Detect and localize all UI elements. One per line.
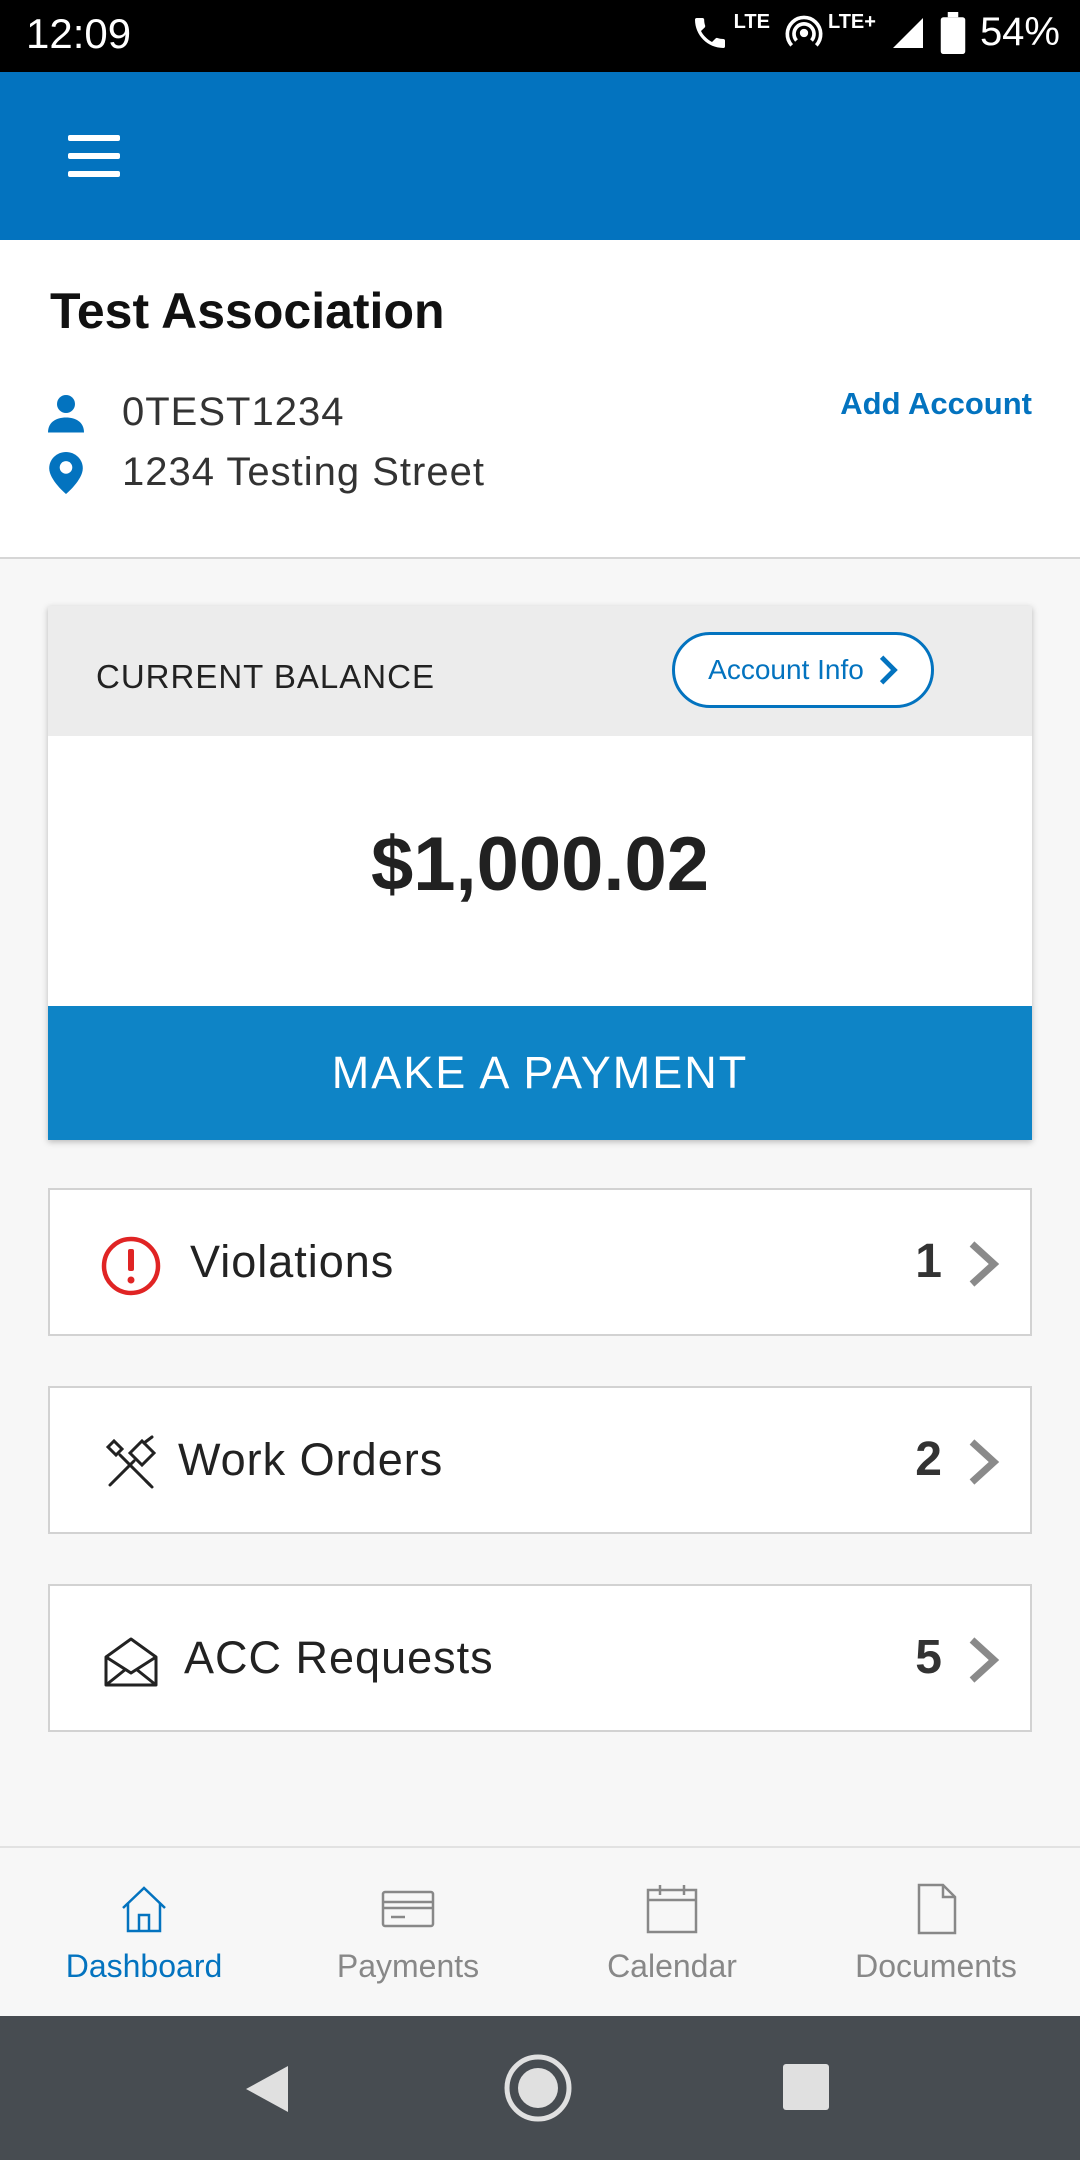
- status-icons: LTE LTE+ 54%: [690, 10, 1060, 55]
- balance-amount: $1,000.02: [370, 822, 710, 907]
- list-item-violations[interactable]: Violations 1: [48, 1188, 1032, 1336]
- person-icon: [48, 394, 84, 432]
- account-number: 0TEST1234: [122, 390, 345, 434]
- nav-label: Dashboard: [65, 1948, 223, 1984]
- nav-payments[interactable]: Payments: [298, 1882, 518, 1985]
- account-header: Test Association 0TEST1234 1234 Testing …: [0, 240, 1080, 559]
- home-icon: [122, 1886, 166, 1933]
- credit-card-icon: [381, 1890, 435, 1928]
- chevron-right-icon: [969, 1439, 1000, 1485]
- nav-label: Calendar: [607, 1948, 737, 1984]
- list-item-label: ACC Requests: [184, 1632, 494, 1683]
- envelope-icon: [104, 1637, 158, 1687]
- home-button-icon[interactable]: [504, 2054, 572, 2122]
- phone-icon: [694, 17, 725, 48]
- add-account-link[interactable]: Add Account: [840, 386, 1032, 422]
- menu-button[interactable]: [64, 133, 126, 179]
- address-row: 1234 Testing Street: [48, 450, 485, 495]
- chevron-right-icon: [879, 655, 898, 685]
- calendar-icon: [646, 1885, 698, 1934]
- account-info-button[interactable]: Account Info: [672, 632, 934, 708]
- tools-icon: [105, 1435, 157, 1489]
- nav-label: Documents: [855, 1948, 1017, 1984]
- status-bar: 12:09 LTE LTE+ 54%: [0, 0, 1080, 72]
- location-pin-icon: [49, 451, 83, 494]
- nav-documents[interactable]: Documents: [826, 1882, 1046, 1985]
- current-balance-label: CURRENT BALANCE: [96, 658, 435, 695]
- alert-circle-icon: [101, 1236, 161, 1296]
- list-item-count: 5: [915, 1631, 942, 1684]
- call-lte-tag: LTE: [733, 11, 770, 33]
- nav-label: Payments: [336, 1948, 480, 1984]
- signal-icon: [892, 17, 923, 48]
- address: 1234 Testing Street: [122, 450, 485, 494]
- network-tag: LTE+: [827, 11, 876, 33]
- account-number-row: 0TEST1234: [48, 390, 344, 435]
- list-item-acc-requests[interactable]: ACC Requests 5: [48, 1584, 1032, 1732]
- list-item-count: 2: [915, 1433, 942, 1486]
- chevron-right-icon: [969, 1637, 1000, 1683]
- hotspot-icon: [785, 15, 823, 47]
- bottom-navigation: Dashboard Payments Calendar Documents: [0, 1846, 1080, 2018]
- list-item-count: 1: [915, 1235, 942, 1288]
- nav-dashboard[interactable]: Dashboard: [34, 1882, 254, 1985]
- document-icon: [917, 1883, 957, 1935]
- status-time: 12:09: [26, 10, 132, 57]
- balance-card-header: CURRENT BALANCE Account Info: [48, 606, 1032, 736]
- association-name: Test Association: [50, 283, 445, 339]
- battery-icon: [940, 11, 966, 54]
- list-item-label: Work Orders: [178, 1434, 444, 1485]
- list-item-work-orders[interactable]: Work Orders 2: [48, 1386, 1032, 1534]
- balance-card: CURRENT BALANCE Account Info $1,000.02 M…: [48, 606, 1032, 1140]
- list-item-label: Violations: [190, 1236, 395, 1287]
- battery-percent: 54%: [979, 10, 1060, 54]
- app-bar: [0, 72, 1080, 240]
- make-payment-button[interactable]: MAKE A PAYMENT: [48, 1006, 1032, 1140]
- account-info-label: Account Info: [708, 654, 864, 685]
- back-icon[interactable]: [244, 2064, 290, 2114]
- system-navigation-bar: [0, 2016, 1080, 2160]
- chevron-right-icon: [969, 1241, 1000, 1287]
- recent-apps-icon[interactable]: [783, 2064, 829, 2110]
- nav-calendar[interactable]: Calendar: [562, 1882, 782, 1985]
